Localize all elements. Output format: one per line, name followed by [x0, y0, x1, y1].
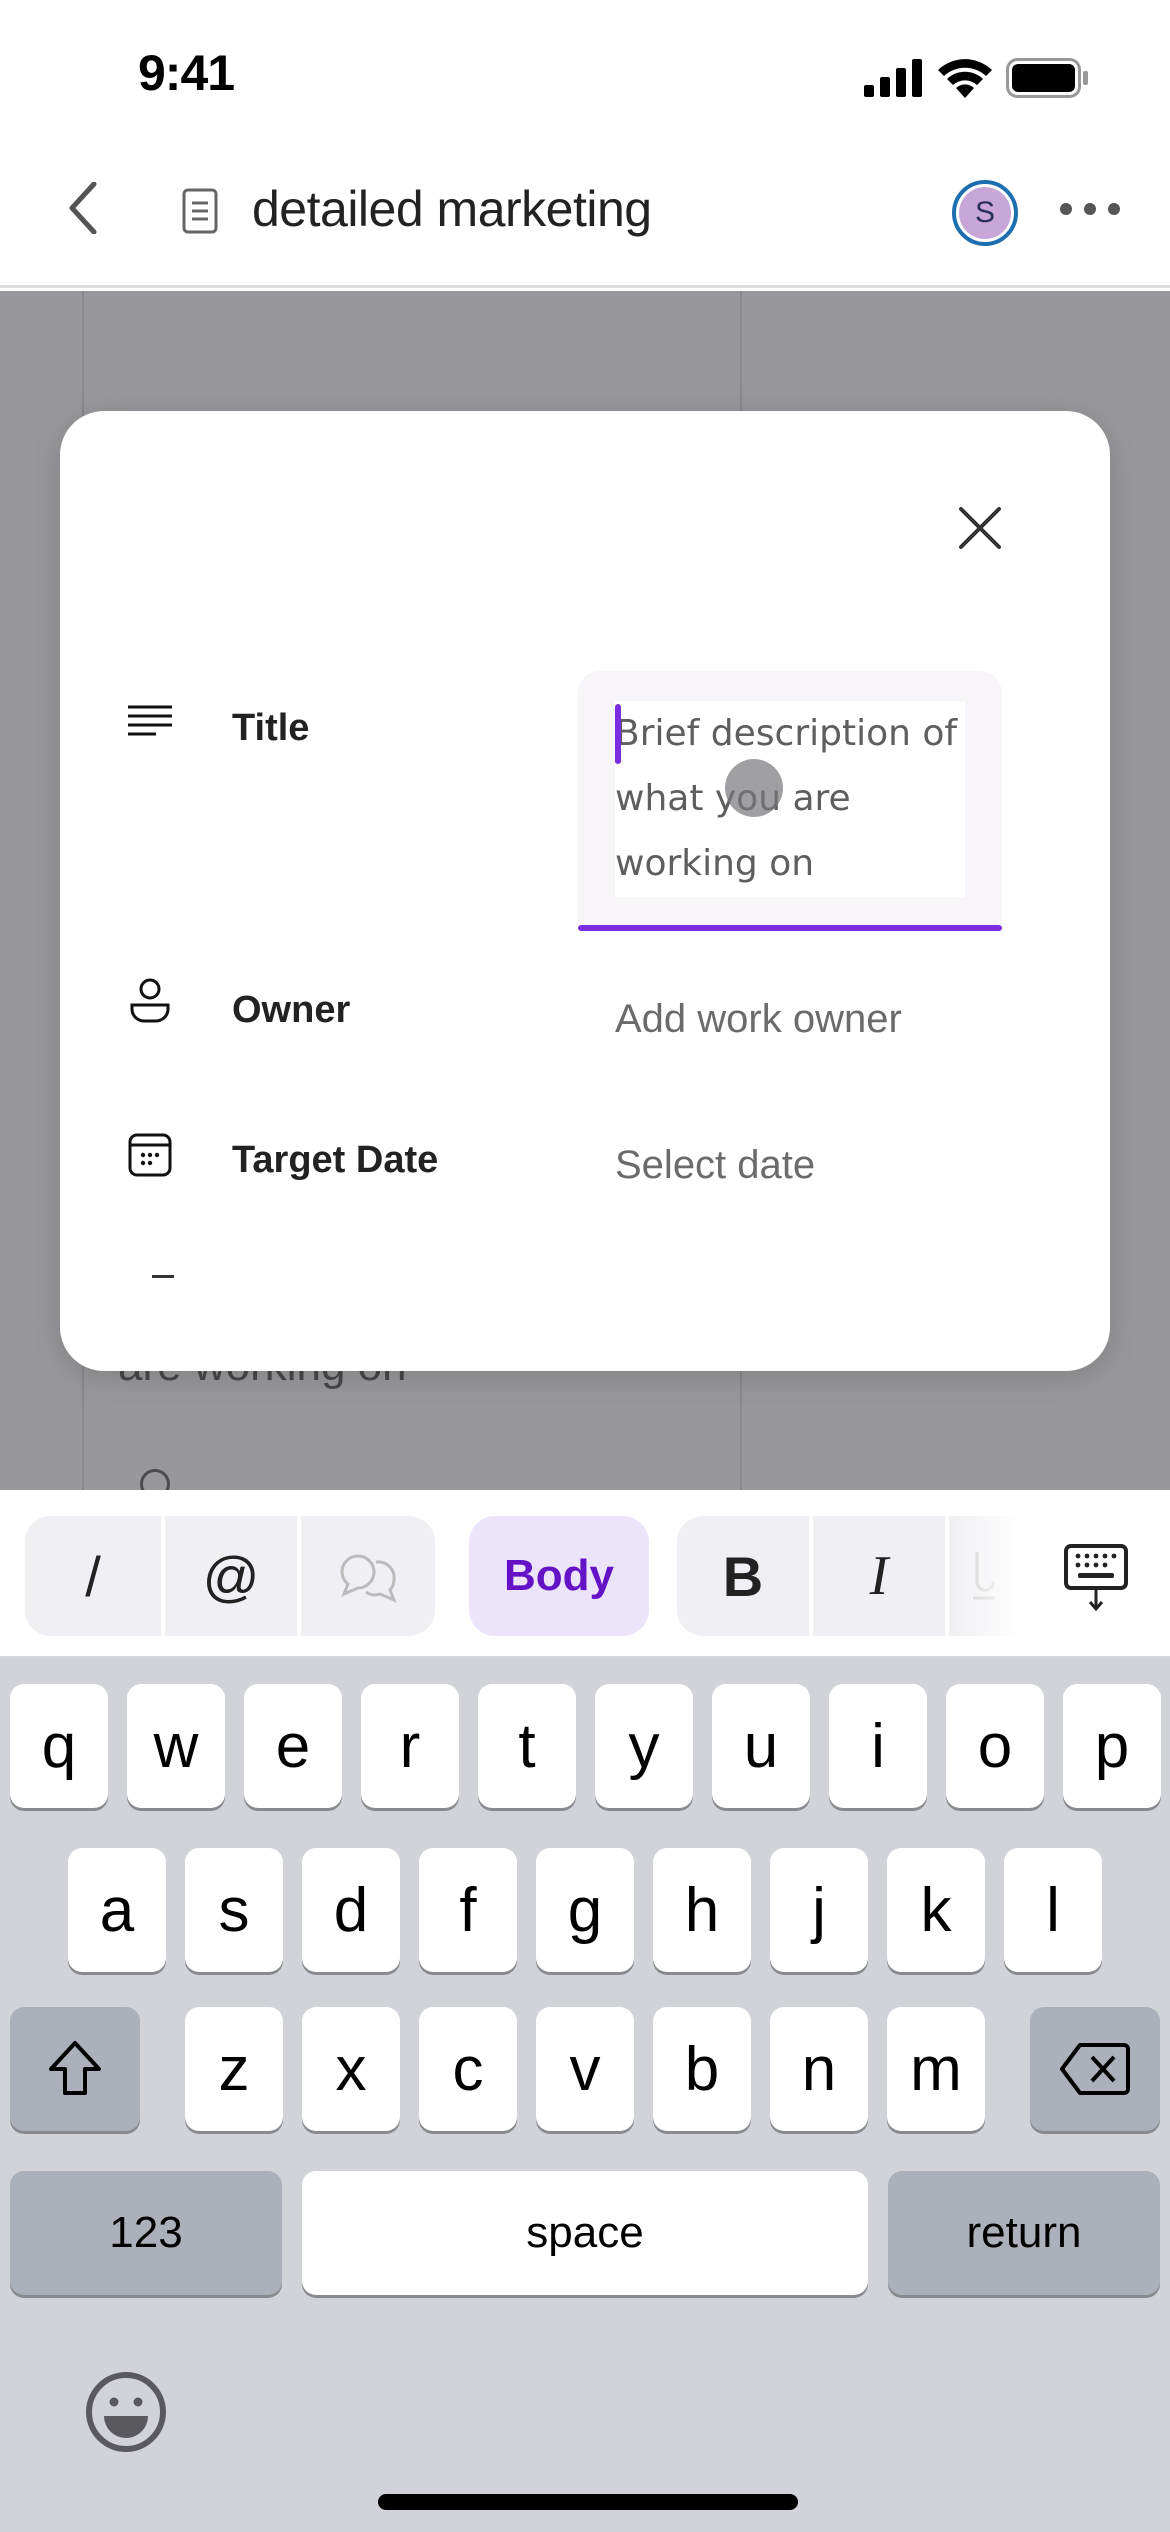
text-style-button[interactable]: Body — [469, 1516, 649, 1636]
keyboard: qwertyuiop asdfghjkl zxcvbnm 123 space r… — [0, 1658, 1170, 2532]
key-b[interactable]: b — [653, 2007, 751, 2131]
comment-button[interactable] — [301, 1516, 435, 1636]
key-l[interactable]: l — [1004, 1848, 1102, 1972]
title-input-container[interactable] — [578, 671, 1002, 931]
space-key[interactable]: space — [302, 2171, 868, 2295]
status-bar: 9:41 — [0, 0, 1170, 150]
owner-picker[interactable]: Add work owner — [615, 997, 902, 1042]
bold-button[interactable]: B — [677, 1516, 809, 1636]
close-icon — [959, 507, 1001, 549]
title-label: Title — [232, 707, 310, 749]
avatar[interactable]: S — [952, 180, 1018, 246]
title-input[interactable] — [615, 701, 975, 901]
key-g[interactable]: g — [536, 1848, 634, 1972]
chevron-left-icon — [69, 182, 97, 234]
key-p[interactable]: p — [1063, 1684, 1161, 1808]
key-h[interactable]: h — [653, 1848, 751, 1972]
key-k[interactable]: k — [887, 1848, 985, 1972]
key-c[interactable]: c — [419, 2007, 517, 2131]
keyboard-dismiss-icon — [1064, 1544, 1128, 1612]
calendar-icon — [128, 1133, 172, 1177]
key-e[interactable]: e — [244, 1684, 342, 1808]
insert-group: / @ — [25, 1516, 435, 1636]
background-person-icon — [140, 1469, 170, 1491]
wifi-icon — [938, 59, 992, 98]
key-m[interactable]: m — [887, 2007, 985, 2131]
slash-command-button[interactable]: / — [25, 1516, 161, 1636]
numbers-key[interactable]: 123 — [10, 2171, 282, 2295]
ellipsis-icon — [1060, 203, 1072, 215]
nav-header: detailed marketing S — [0, 150, 1170, 288]
key-o[interactable]: o — [946, 1684, 1044, 1808]
key-u[interactable]: u — [712, 1684, 810, 1808]
comment-icon — [340, 1554, 397, 1603]
key-y[interactable]: y — [595, 1684, 693, 1808]
document-title: detailed marketing — [252, 181, 652, 237]
key-s[interactable]: s — [185, 1848, 283, 1972]
key-a[interactable]: a — [68, 1848, 166, 1972]
key-q[interactable]: q — [10, 1684, 108, 1808]
partial-divider — [152, 1275, 174, 1278]
shift-key[interactable] — [10, 2007, 140, 2131]
person-icon — [130, 978, 170, 1023]
italic-button[interactable]: I — [813, 1516, 945, 1636]
emoji-button[interactable] — [84, 2370, 168, 2454]
work-item-modal: Title Owner Add work owner Target Date S… — [60, 411, 1110, 1371]
key-f[interactable]: f — [419, 1848, 517, 1972]
owner-label: Owner — [232, 989, 351, 1031]
status-time: 9:41 — [138, 45, 235, 101]
status-icons — [864, 58, 1090, 98]
key-z[interactable]: z — [185, 2007, 283, 2131]
dismiss-keyboard-button[interactable] — [1062, 1542, 1132, 1614]
key-w[interactable]: w — [127, 1684, 225, 1808]
return-key[interactable]: return — [888, 2171, 1160, 2295]
key-d[interactable]: d — [302, 1848, 400, 1972]
key-t[interactable]: t — [478, 1684, 576, 1808]
emoji-icon — [86, 2372, 166, 2452]
key-j[interactable]: j — [770, 1848, 868, 1972]
shift-icon — [49, 2041, 101, 2095]
key-i[interactable]: i — [829, 1684, 927, 1808]
key-v[interactable]: v — [536, 2007, 634, 2131]
touch-indicator — [725, 759, 783, 817]
text-lines-icon — [128, 705, 172, 736]
format-toolbar: / @ Body B I — [0, 1490, 1170, 1658]
cellular-signal-icon — [864, 59, 922, 97]
text-caret — [615, 704, 621, 764]
backspace-icon — [1060, 2043, 1130, 2095]
battery-icon — [1006, 58, 1088, 98]
mention-button[interactable]: @ — [165, 1516, 297, 1636]
key-x[interactable]: x — [302, 2007, 400, 2131]
back-button[interactable] — [58, 176, 108, 240]
avatar-initial: S — [959, 187, 1011, 239]
date-picker[interactable]: Select date — [615, 1143, 815, 1188]
title-input-focus-underline — [578, 925, 1002, 931]
key-r[interactable]: r — [361, 1684, 459, 1808]
close-button[interactable] — [955, 503, 1005, 553]
more-options-button[interactable] — [1060, 194, 1120, 224]
document-icon — [182, 188, 218, 234]
home-indicator — [378, 2494, 798, 2510]
target-date-label: Target Date — [232, 1139, 439, 1181]
key-n[interactable]: n — [770, 2007, 868, 2131]
delete-key[interactable] — [1030, 2007, 1160, 2131]
